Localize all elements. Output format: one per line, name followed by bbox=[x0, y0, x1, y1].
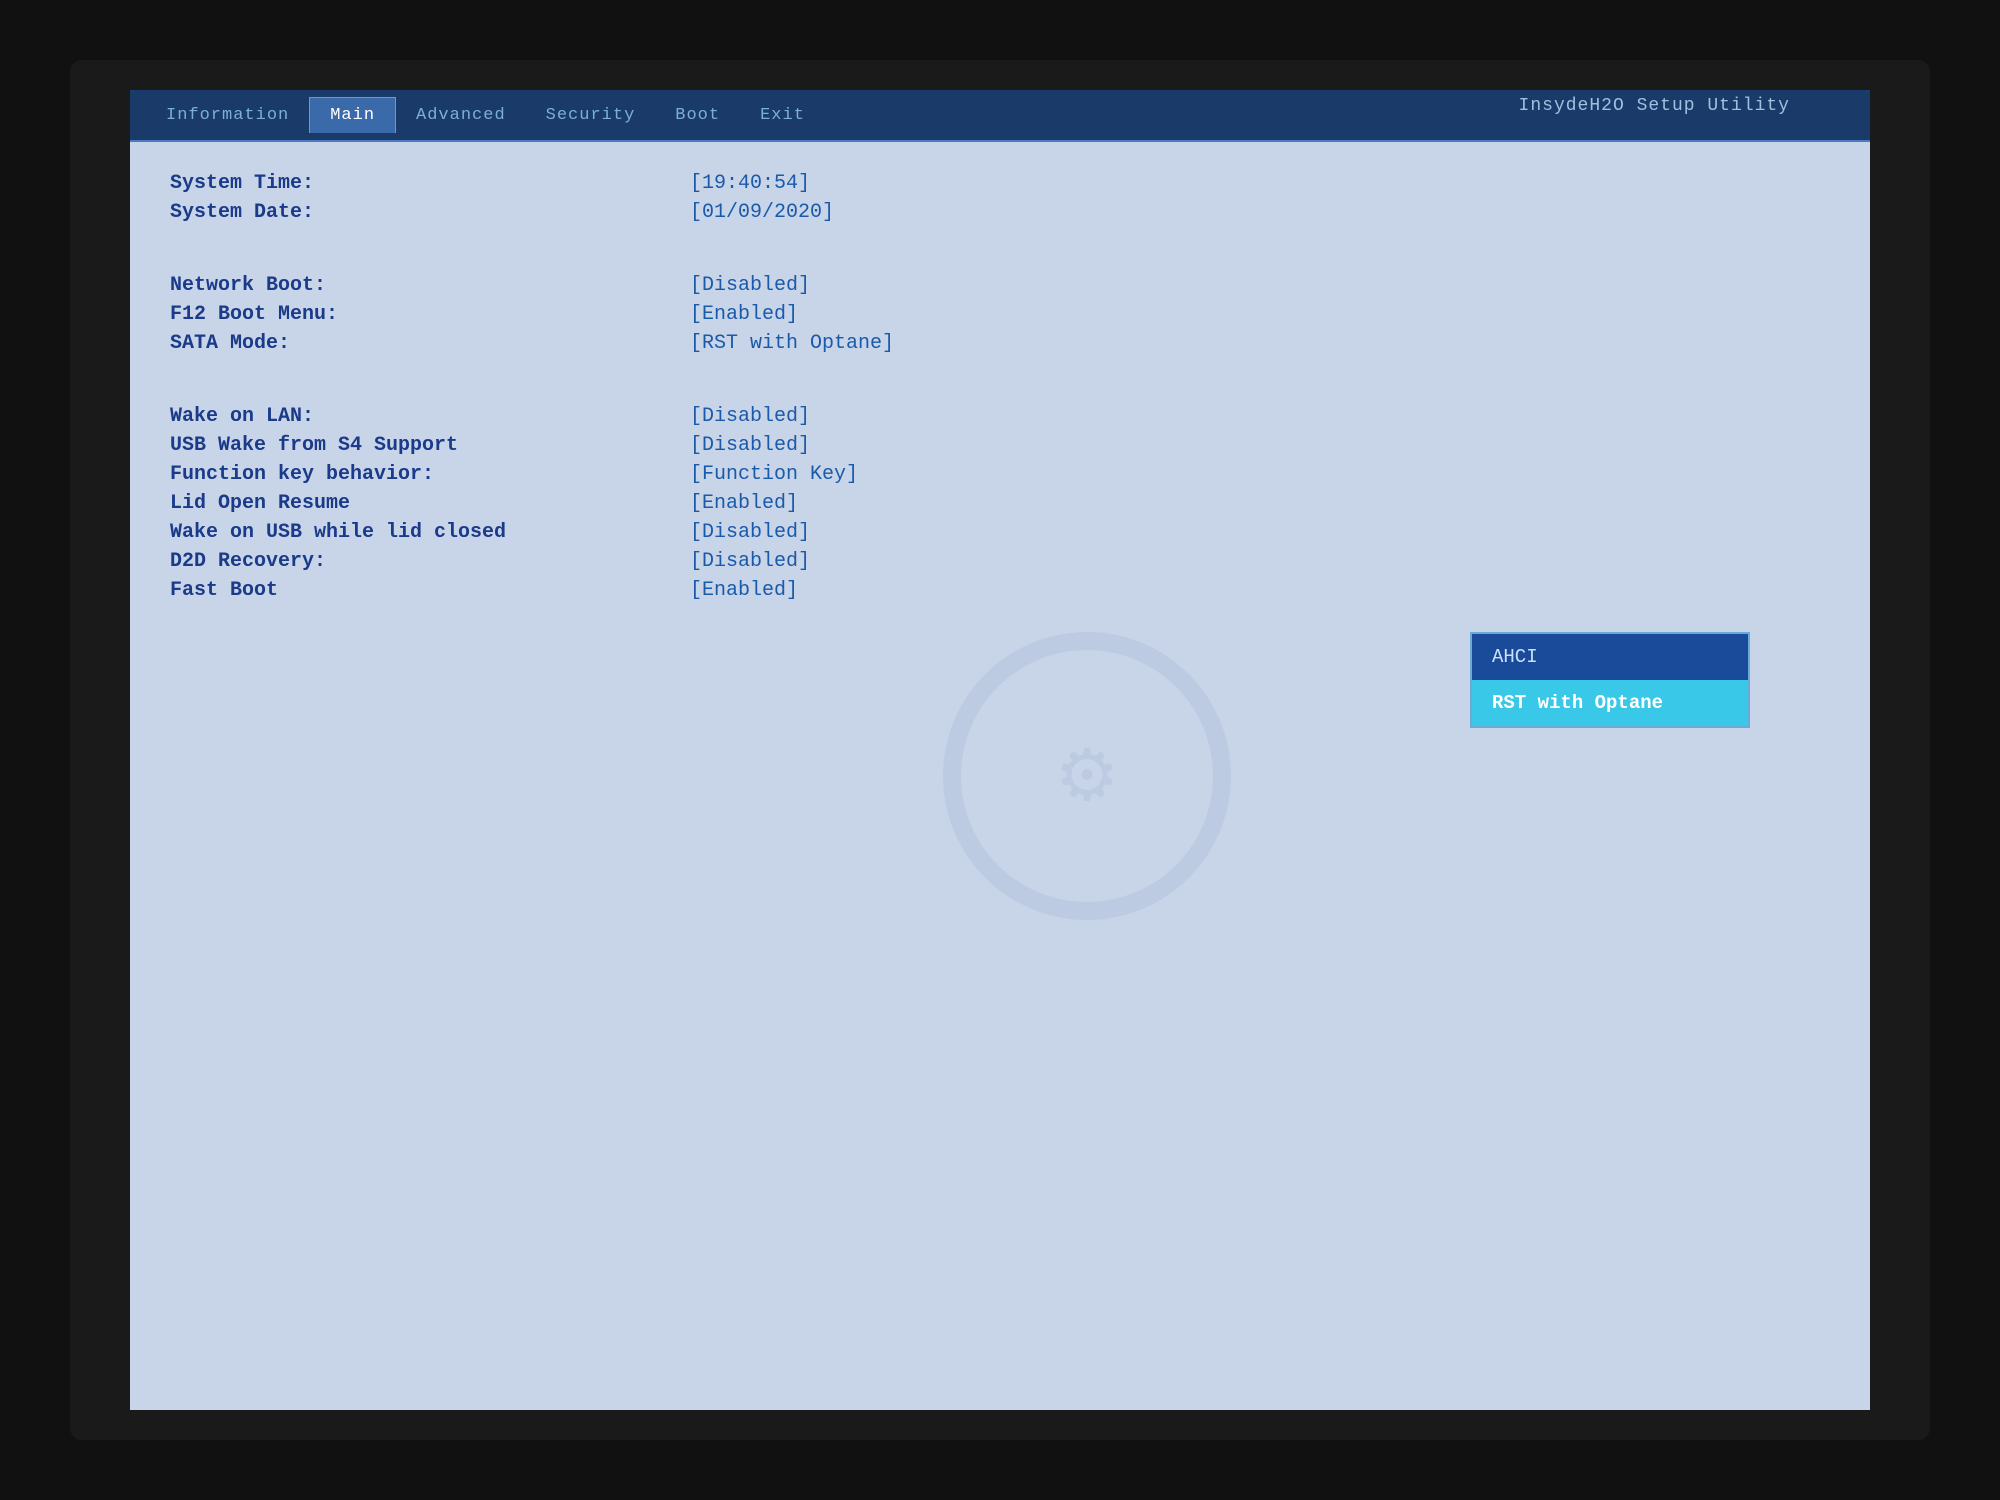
wake-power-section: Wake on LAN: [Disabled] USB Wake from S4… bbox=[170, 405, 1830, 602]
f12-boot-row: F12 Boot Menu: [Enabled] bbox=[170, 303, 1830, 326]
bios-title: InsydeH2O Setup Utility bbox=[1519, 96, 1790, 116]
wake-usb-label: Wake on USB while lid closed bbox=[170, 521, 690, 544]
system-date-row: System Date: [01/09/2020] bbox=[170, 201, 1830, 224]
usb-wake-row: USB Wake from S4 Support [Disabled] bbox=[170, 434, 1830, 457]
d2d-recovery-value[interactable]: [Disabled] bbox=[690, 550, 810, 573]
system-date-label: System Date: bbox=[170, 201, 690, 224]
screen: InsydeH2O Setup Utility Information Main… bbox=[130, 90, 1870, 1410]
tab-security[interactable]: Security bbox=[526, 98, 656, 133]
system-time-row: System Time: [19:40:54] bbox=[170, 172, 1830, 195]
system-time-value[interactable]: [19:40:54] bbox=[690, 172, 810, 195]
tab-boot[interactable]: Boot bbox=[655, 98, 740, 133]
sata-mode-dropdown[interactable]: AHCI RST with Optane bbox=[1470, 632, 1750, 728]
bios-topbar: InsydeH2O Setup Utility Information Main… bbox=[130, 90, 1870, 142]
wake-usb-value[interactable]: [Disabled] bbox=[690, 521, 810, 544]
f12-boot-value[interactable]: [Enabled] bbox=[690, 303, 798, 326]
fast-boot-value[interactable]: [Enabled] bbox=[690, 579, 798, 602]
function-key-label: Function key behavior: bbox=[170, 463, 690, 486]
time-date-section: System Time: [19:40:54] System Date: [01… bbox=[170, 172, 1830, 224]
fast-boot-label: Fast Boot bbox=[170, 579, 690, 602]
fast-boot-row: Fast Boot [Enabled] bbox=[170, 579, 1830, 602]
dropdown-option-rst[interactable]: RST with Optane bbox=[1472, 680, 1748, 726]
tab-advanced[interactable]: Advanced bbox=[396, 98, 526, 133]
lid-open-value[interactable]: [Enabled] bbox=[690, 492, 798, 515]
usb-wake-value[interactable]: [Disabled] bbox=[690, 434, 810, 457]
wake-lan-row: Wake on LAN: [Disabled] bbox=[170, 405, 1830, 428]
sata-mode-label: SATA Mode: bbox=[170, 332, 690, 355]
d2d-recovery-row: D2D Recovery: [Disabled] bbox=[170, 550, 1830, 573]
watermark-logo: ⚙ bbox=[937, 626, 1237, 926]
bios-nav: Information Main Advanced Security Boot … bbox=[146, 97, 825, 133]
dropdown-option-ahci[interactable]: AHCI bbox=[1472, 634, 1748, 680]
system-time-label: System Time: bbox=[170, 172, 690, 195]
usb-wake-label: USB Wake from S4 Support bbox=[170, 434, 690, 457]
network-boot-row: Network Boot: [Disabled] bbox=[170, 274, 1830, 297]
settings-table: System Time: [19:40:54] System Date: [01… bbox=[170, 172, 1830, 602]
monitor: InsydeH2O Setup Utility Information Main… bbox=[70, 60, 1930, 1440]
tab-information[interactable]: Information bbox=[146, 98, 309, 133]
network-boot-label: Network Boot: bbox=[170, 274, 690, 297]
lid-open-label: Lid Open Resume bbox=[170, 492, 690, 515]
bios-content: ⚙ System Time: [19:40:54] System Date: [… bbox=[130, 142, 1870, 1410]
f12-boot-label: F12 Boot Menu: bbox=[170, 303, 690, 326]
d2d-recovery-label: D2D Recovery: bbox=[170, 550, 690, 573]
sata-mode-value[interactable]: [RST with Optane] bbox=[690, 332, 894, 355]
function-key-row: Function key behavior: [Function Key] bbox=[170, 463, 1830, 486]
network-boot-section: Network Boot: [Disabled] F12 Boot Menu: … bbox=[170, 274, 1830, 355]
tab-exit[interactable]: Exit bbox=[740, 98, 825, 133]
lid-open-row: Lid Open Resume [Enabled] bbox=[170, 492, 1830, 515]
function-key-value[interactable]: [Function Key] bbox=[690, 463, 858, 486]
sata-mode-row: SATA Mode: [RST with Optane] bbox=[170, 332, 1830, 355]
wake-usb-row: Wake on USB while lid closed [Disabled] bbox=[170, 521, 1830, 544]
wake-lan-value[interactable]: [Disabled] bbox=[690, 405, 810, 428]
tab-main[interactable]: Main bbox=[309, 97, 396, 133]
svg-text:⚙: ⚙ bbox=[1055, 736, 1120, 816]
system-date-value[interactable]: [01/09/2020] bbox=[690, 201, 834, 224]
wake-lan-label: Wake on LAN: bbox=[170, 405, 690, 428]
network-boot-value[interactable]: [Disabled] bbox=[690, 274, 810, 297]
